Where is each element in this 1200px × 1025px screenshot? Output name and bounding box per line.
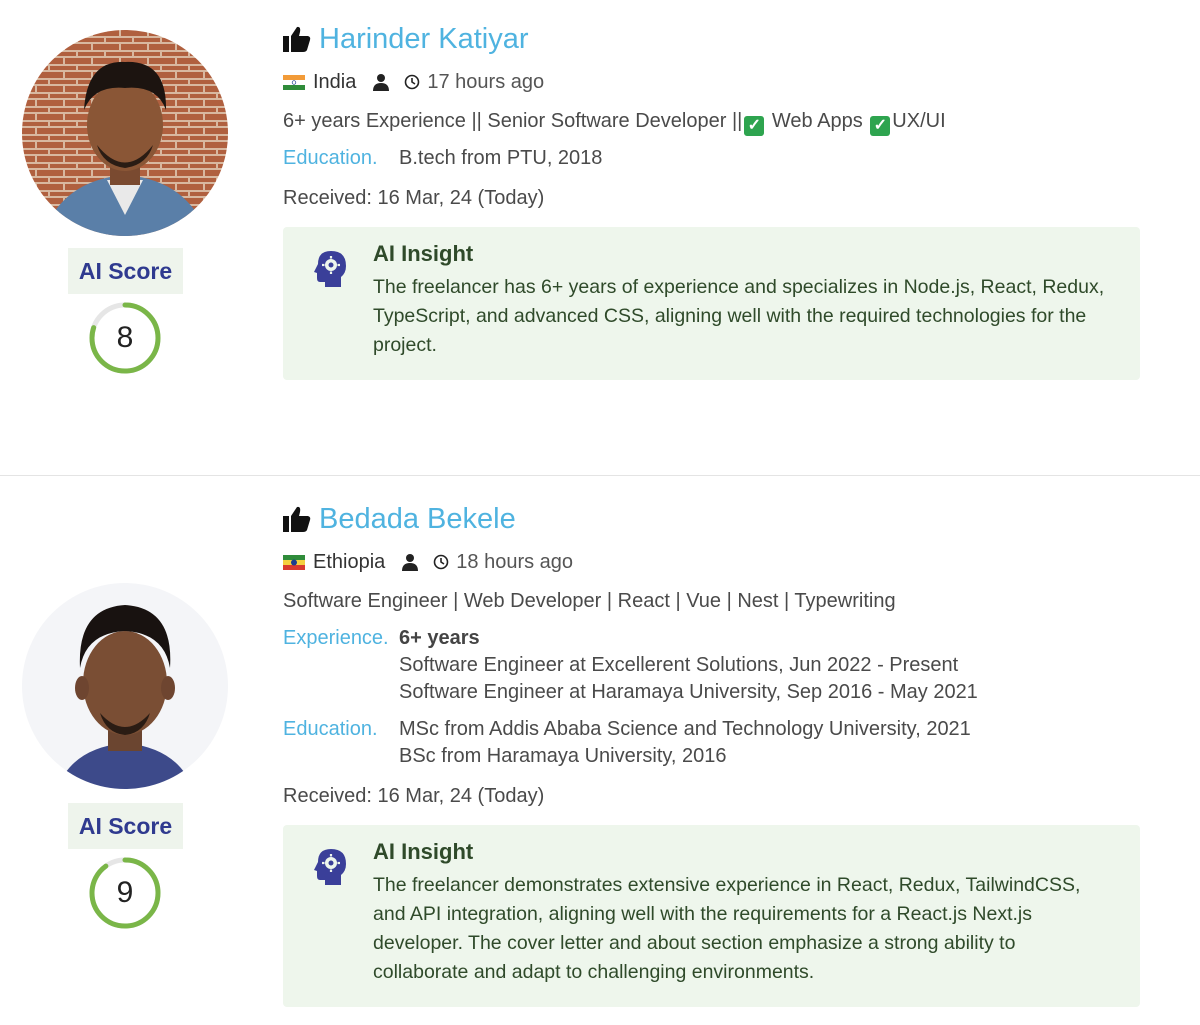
avatar[interactable] (22, 583, 228, 789)
time-ago: 18 hours ago (456, 550, 574, 573)
education-entry: B.tech from PTU, 2018 (399, 147, 603, 169)
experience-entry: Software Engineer at Excellerent Solutio… (399, 654, 959, 676)
ai-insight-text: The freelancer has 6+ years of experienc… (373, 276, 1105, 356)
experience-label: Experience. (283, 627, 389, 649)
country: India (313, 70, 357, 93)
education-label: Education. (283, 718, 378, 740)
india-flag-icon (283, 74, 305, 90)
time-ago: 17 hours ago (427, 70, 545, 93)
freelancer-name[interactable]: Bedada Bekele (319, 503, 516, 536)
ai-insight-text: The freelancer demonstrates extensive ex… (373, 874, 1081, 983)
avatar[interactable] (22, 30, 228, 236)
thumbs-up-icon[interactable] (283, 26, 311, 52)
ai-score-ring: 9 (89, 857, 161, 929)
head-gear-icon (314, 251, 346, 287)
headline-text: UX/UI (892, 110, 946, 132)
experience-row: Experience. 6+ years Software Engineer a… (283, 625, 1140, 706)
received-date: Received: 16 Mar, 24 (Today) (283, 785, 545, 807)
experience-entry: Software Engineer at Haramaya University… (399, 681, 978, 703)
ai-insight-title: AI Insight (373, 241, 474, 266)
headline-text: 6+ years Experience || Senior Software D… (283, 110, 743, 132)
education-row: Education. B.tech from PTU, 2018 (283, 145, 1140, 172)
freelancer-name[interactable]: Harinder Katiyar (319, 23, 529, 56)
profile-headline: 6+ years Experience || Senior Software D… (283, 107, 1140, 136)
profile-headline: Software Engineer | Web Developer | Reac… (283, 590, 896, 612)
ai-score-value: 8 (116, 321, 134, 354)
education-row: Education. MSc from Addis Ababa Science … (283, 716, 1140, 770)
person-icon (373, 74, 390, 91)
education-label: Education. (283, 147, 378, 169)
proposal-content: Bedada Bekele Ethiopia 18 hours ago Soft… (283, 500, 1140, 1007)
clock-icon (433, 554, 449, 570)
meta-row: Ethiopia 18 hours ago (283, 547, 1140, 577)
ai-score-value: 9 (116, 876, 134, 909)
ai-insight-box: AI Insight The freelancer demonstrates e… (283, 825, 1140, 1007)
headline-text: Web Apps (766, 110, 869, 132)
proposal-card: AI Score 8 Harinder Katiyar India 17 hou… (0, 0, 1200, 476)
country: Ethiopia (313, 550, 386, 573)
ai-score-ring: 8 (89, 302, 161, 374)
education-entry: BSc from Haramaya University, 2016 (399, 745, 727, 767)
proposal-content: Harinder Katiyar India 17 hours ago 6+ y… (283, 20, 1140, 380)
ai-score-label: AI Score (68, 248, 183, 294)
thumbs-up-icon[interactable] (283, 506, 311, 532)
clock-icon (405, 74, 420, 90)
ai-insight-title: AI Insight (373, 839, 474, 864)
experience-total: 6+ years (399, 627, 480, 649)
education-entry: MSc from Addis Ababa Science and Technol… (399, 718, 971, 740)
head-gear-icon (314, 849, 346, 885)
ai-score-label: AI Score (68, 803, 183, 849)
received-date: Received: 16 Mar, 24 (Today) (283, 187, 545, 209)
name-row: Harinder Katiyar (283, 20, 1140, 58)
name-row: Bedada Bekele (283, 500, 1140, 538)
proposal-card: AI Score 9 Bedada Bekele Ethiopia 18 hou… (0, 476, 1200, 1025)
meta-row: India 17 hours ago (283, 67, 1140, 97)
check-box-icon: ✓ (870, 116, 891, 136)
person-icon (402, 554, 419, 571)
ai-insight-box: AI Insight The freelancer has 6+ years o… (283, 227, 1140, 380)
check-box-icon: ✓ (744, 116, 765, 136)
ethiopia-flag-icon (283, 554, 305, 570)
